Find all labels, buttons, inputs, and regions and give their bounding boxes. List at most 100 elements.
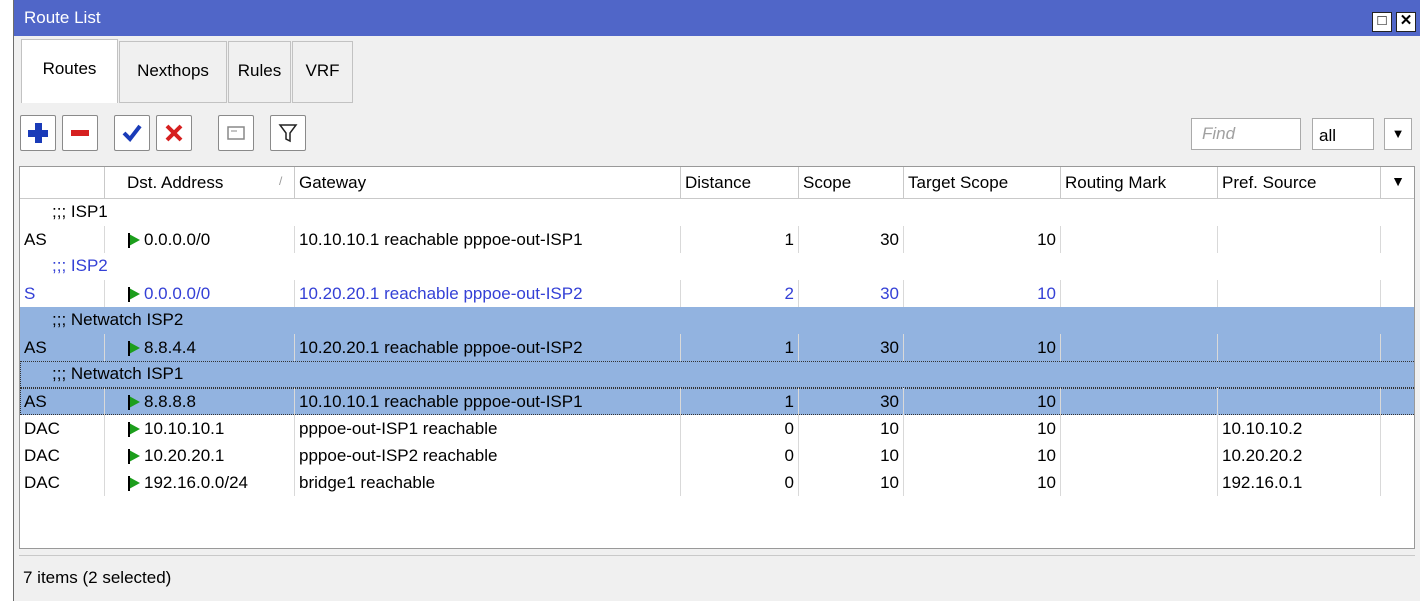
dst-address-text: 8.8.4.4 <box>144 338 196 357</box>
cell-flags: DAC <box>20 415 105 442</box>
route-comment: ;;; ISP2 <box>52 256 108 275</box>
route-comment: ;;; Netwatch ISP1 <box>52 364 184 383</box>
cell-flags: AS <box>20 226 105 253</box>
cell-distance: 1 <box>681 388 799 415</box>
cell-gateway: 10.10.10.1 reachable pppoe-out-ISP1 <box>295 388 681 415</box>
col-header-distance[interactable]: Distance <box>681 167 799 199</box>
dst-address-text: 192.16.0.0/24 <box>144 473 248 492</box>
filter-select[interactable]: all <box>1312 118 1374 150</box>
active-flag-icon <box>128 449 140 464</box>
active-flag-icon <box>128 287 140 302</box>
cell-dst: 8.8.4.4 <box>105 334 295 361</box>
cell-scope: 30 <box>799 334 904 361</box>
comment-button[interactable] <box>218 115 254 151</box>
enable-button[interactable] <box>114 115 150 151</box>
cell-target-scope: 10 <box>904 388 1061 415</box>
cell-scope: 10 <box>799 469 904 496</box>
table-row[interactable]: AS 8.8.4.4 10.20.20.1 reachable pppoe-out-… <box>20 334 1414 361</box>
cell-flags: DAC <box>20 442 105 469</box>
tab-vrf[interactable]: VRF <box>292 41 353 103</box>
comment-row[interactable]: ;;; ISP1 <box>20 199 1414 226</box>
cell-spacer <box>1381 334 1414 361</box>
add-button[interactable] <box>20 115 56 151</box>
active-flag-icon <box>128 395 140 410</box>
cell-pref-source <box>1218 334 1381 361</box>
cell-gateway: 10.10.10.1 reachable pppoe-out-ISP1 <box>295 226 681 253</box>
table-row[interactable]: AS 0.0.0.0/0 10.10.10.1 reachable pppoe-ou… <box>20 226 1414 253</box>
table-row[interactable]: DAC 192.16.0.0/24 bridge1 reachable 0 10 10 19… <box>20 469 1414 496</box>
cell-target-scope: 10 <box>904 280 1061 307</box>
cell-distance: 0 <box>681 415 799 442</box>
cell-distance: 0 <box>681 442 799 469</box>
cell-pref-source <box>1218 388 1381 415</box>
cell-spacer <box>1381 415 1414 442</box>
cell-spacer <box>1381 280 1414 307</box>
toolbar: all ▼ <box>20 115 1415 157</box>
filter-button[interactable] <box>270 115 306 151</box>
cell-spacer <box>1381 226 1414 253</box>
cell-pref-source: 10.20.20.2 <box>1218 442 1381 469</box>
cell-gateway: 10.20.20.1 reachable pppoe-out-ISP2 <box>295 280 681 307</box>
cell-target-scope: 10 <box>904 226 1061 253</box>
tab-routes[interactable]: Routes <box>21 39 118 103</box>
column-menu-button[interactable]: ▼ <box>1381 167 1414 199</box>
cell-routing-mark <box>1061 469 1218 496</box>
cell-routing-mark <box>1061 442 1218 469</box>
col-header-routing-mark[interactable]: Routing Mark <box>1061 167 1218 199</box>
col-header-dst-address[interactable]: Dst. Address / <box>105 167 295 199</box>
cell-target-scope: 10 <box>904 415 1061 442</box>
cell-scope: 30 <box>799 226 904 253</box>
find-input[interactable] <box>1191 118 1301 150</box>
active-flag-icon <box>128 422 140 437</box>
table-row[interactable]: DAC 10.10.10.1 pppoe-out-ISP1 reachable 0 10… <box>20 415 1414 442</box>
cell-gateway: 10.20.20.1 reachable pppoe-out-ISP2 <box>295 334 681 361</box>
comment-row[interactable]: ;;; Netwatch ISP2 <box>20 307 1414 334</box>
cell-flags: AS <box>20 388 105 415</box>
window-title: Route List <box>24 8 101 27</box>
cell-gateway: pppoe-out-ISP1 reachable <box>295 415 681 442</box>
table-row[interactable]: AS 8.8.8.8 10.10.10.1 reachable pppoe-out-… <box>20 388 1414 415</box>
cell-spacer <box>1381 388 1414 415</box>
cell-dst: 10.20.20.1 <box>105 442 295 469</box>
disable-button[interactable] <box>156 115 192 151</box>
remove-button[interactable] <box>62 115 98 151</box>
title-bar[interactable]: Route List □ ✕ <box>14 0 1420 36</box>
filter-dropdown-button[interactable]: ▼ <box>1384 118 1412 150</box>
active-flag-icon <box>128 233 140 248</box>
active-flag-icon <box>128 476 140 491</box>
tab-rules[interactable]: Rules <box>228 41 291 103</box>
comment-row[interactable]: ;;; Netwatch ISP1 <box>20 361 1414 388</box>
col-header-flags[interactable] <box>20 167 105 199</box>
table-row[interactable]: DAC 10.20.20.1 pppoe-out-ISP2 reachable 0 10… <box>20 442 1414 469</box>
sort-indicator-icon: / <box>279 174 283 188</box>
cell-gateway: pppoe-out-ISP2 reachable <box>295 442 681 469</box>
col-header-gateway[interactable]: Gateway <box>295 167 681 199</box>
remove-icon <box>71 130 89 136</box>
cell-flags: AS <box>20 334 105 361</box>
cell-scope: 30 <box>799 280 904 307</box>
cell-routing-mark <box>1061 226 1218 253</box>
dst-address-text: 0.0.0.0/0 <box>144 284 211 303</box>
cell-distance: 1 <box>681 226 799 253</box>
cell-pref-source: 10.10.10.2 <box>1218 415 1381 442</box>
cell-pref-source: 192.16.0.1 <box>1218 469 1381 496</box>
table-row[interactable]: S 0.0.0.0/0 10.20.20.1 reachable pppoe-out… <box>20 280 1414 307</box>
dst-address-text: 10.20.20.1 <box>144 446 225 465</box>
cell-distance: 0 <box>681 469 799 496</box>
disable-icon <box>165 124 183 142</box>
col-header-target-scope[interactable]: Target Scope <box>904 167 1061 199</box>
cell-scope: 10 <box>799 442 904 469</box>
route-comment: ;;; ISP1 <box>52 202 108 221</box>
status-bar: 7 items (2 selected) <box>19 555 1415 595</box>
comment-row[interactable]: ;;; ISP2 <box>20 253 1414 280</box>
cell-dst: 0.0.0.0/0 <box>105 280 295 307</box>
route-comment: ;;; Netwatch ISP2 <box>52 310 184 329</box>
cell-target-scope: 10 <box>904 442 1061 469</box>
cell-routing-mark <box>1061 388 1218 415</box>
col-header-scope[interactable]: Scope <box>799 167 904 199</box>
add-icon <box>28 123 48 143</box>
col-header-pref-source[interactable]: Pref. Source <box>1218 167 1381 199</box>
close-button[interactable]: ✕ <box>1396 12 1416 32</box>
tab-nexthops[interactable]: Nexthops <box>119 41 227 103</box>
maximize-button[interactable]: □ <box>1372 12 1392 32</box>
